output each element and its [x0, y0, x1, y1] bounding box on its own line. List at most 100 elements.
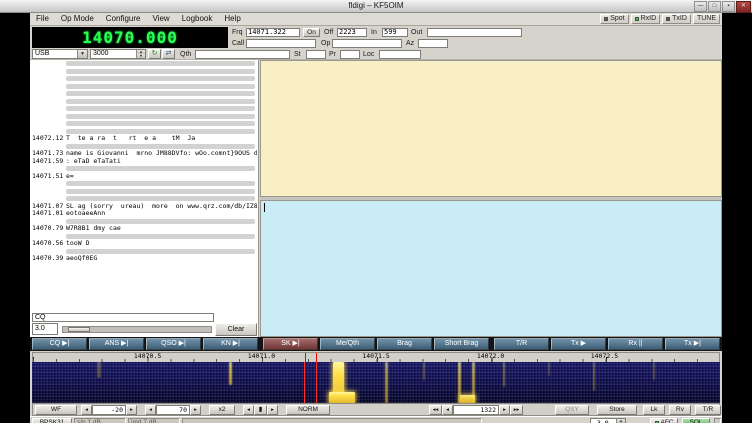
browser-row[interactable] — [30, 233, 258, 241]
swap-icon[interactable]: ⇄ — [162, 49, 175, 59]
drop-speed-button[interactable]: NORM — [286, 405, 330, 415]
upper-level-decrease-icon[interactable]: ◂ — [81, 405, 92, 415]
macro-button-3[interactable]: QSO ▶| — [146, 338, 201, 350]
browser-row[interactable] — [30, 180, 258, 188]
center-signal-button[interactable]: ▮ — [254, 405, 267, 415]
mode-status-button[interactable]: BPSK31 — [32, 418, 72, 423]
wf-mode-button[interactable]: WF — [35, 405, 77, 415]
upper-level-value[interactable]: -20 — [92, 405, 126, 415]
macro-button-6[interactable]: Me/Qth — [320, 338, 375, 350]
macro-button-9[interactable]: T/R — [494, 338, 549, 350]
browser-row[interactable] — [30, 195, 258, 203]
slider-thumb[interactable] — [68, 327, 90, 332]
rst-in-field[interactable]: 599 — [382, 28, 408, 37]
carrier-up-icon[interactable]: ▸ — [499, 405, 510, 415]
browser-row[interactable]: 14071.51e= — [30, 173, 258, 181]
chevron-down-icon[interactable]: ▼ — [77, 50, 87, 58]
afc-button[interactable]: AFC — [650, 418, 678, 423]
macro-button-2[interactable]: ANS ▶| — [89, 338, 144, 350]
window-close-button[interactable]: ✕ — [736, 1, 751, 13]
menu-view[interactable]: View — [146, 13, 175, 25]
vfo-frequency-display[interactable]: 14070.000 — [32, 27, 228, 48]
time-off-field[interactable]: 2223 — [337, 28, 367, 37]
rx-text-pane[interactable] — [260, 60, 722, 197]
squelch-spinner-arrows[interactable]: ▲▼ — [616, 419, 625, 423]
window-minimize-button[interactable]: — — [694, 1, 707, 12]
window-maximize-button[interactable]: □ — [708, 1, 721, 12]
on-button[interactable]: On — [303, 28, 320, 37]
macro-button-7[interactable]: Brag — [377, 338, 432, 350]
browser-row[interactable]: 14071.07SL ag (sorry ureau) more on www.… — [30, 203, 258, 211]
reverse-button[interactable]: Rv — [669, 405, 691, 415]
browser-row[interactable] — [30, 98, 258, 106]
bandwidth-combo[interactable]: 3000 ▲▼ — [90, 49, 146, 59]
macro-button-10[interactable]: Tx ▶ — [551, 338, 606, 350]
browser-row[interactable] — [30, 75, 258, 83]
squelch-level-spinner[interactable]: -3.0 ▲▼ — [590, 418, 626, 423]
carrier-down-icon[interactable]: ◂ — [442, 405, 453, 415]
macro-button-11[interactable]: Rx || — [608, 338, 663, 350]
az-field[interactable] — [418, 39, 448, 48]
store-button[interactable]: Store — [597, 405, 637, 415]
bandwidth-spinner[interactable]: ▲▼ — [136, 50, 145, 58]
browser-row[interactable]: 14070.56tooW D — [30, 240, 258, 248]
zoom-button[interactable]: x2 — [209, 405, 235, 415]
menu-configure[interactable]: Configure — [100, 13, 147, 25]
qth-field[interactable] — [195, 50, 290, 59]
refresh-icon[interactable]: ↻ — [148, 49, 161, 59]
carrier-fast-down-icon[interactable]: ◂◂ — [429, 405, 442, 415]
st-field[interactable] — [306, 50, 326, 59]
browser-squelch-value[interactable]: 3.0 — [32, 323, 58, 335]
pr-field[interactable] — [340, 50, 360, 59]
browser-row[interactable]: 14070.79W7R8B1 dmy cae — [30, 225, 258, 233]
menu-logbook[interactable]: Logbook — [176, 13, 219, 25]
browser-row[interactable] — [30, 83, 258, 91]
macro-button-8[interactable]: Short Brag — [434, 338, 489, 350]
sql-button[interactable]: SQL — [682, 418, 710, 423]
range-increase-icon[interactable]: ▸ — [190, 405, 201, 415]
sideband-combo[interactable]: USB ▼ — [32, 49, 88, 59]
frq-field[interactable]: 14071.322 — [246, 28, 300, 37]
range-value[interactable]: 70 — [156, 405, 190, 415]
browser-row[interactable] — [30, 90, 258, 98]
browser-row[interactable] — [30, 120, 258, 128]
seek-input[interactable]: CQ — [32, 313, 214, 322]
macro-button-5[interactable]: SK ▶| — [263, 338, 318, 350]
lock-button[interactable]: Lk — [643, 405, 665, 415]
menu-file[interactable]: File — [30, 13, 55, 25]
browser-row[interactable]: 14071.01eotoaeeAnn — [30, 210, 258, 218]
spin-down-icon[interactable]: ▼ — [136, 54, 145, 58]
macro-button-4[interactable]: KN ▶| — [203, 338, 258, 350]
qsy-button[interactable]: QSY — [555, 405, 589, 415]
browser-row[interactable] — [30, 218, 258, 226]
waterfall-display[interactable] — [32, 362, 720, 403]
menu-op-mode[interactable]: Op Mode — [55, 13, 100, 25]
menubar-button-tune[interactable]: TUNE — [693, 14, 720, 24]
browser-row[interactable] — [30, 113, 258, 121]
macro-button-1[interactable]: CQ ▶| — [32, 338, 87, 350]
browser-row[interactable] — [30, 60, 258, 68]
shift-left-icon[interactable]: ◂ — [243, 405, 254, 415]
browser-row[interactable] — [30, 248, 258, 256]
carrier-value[interactable]: 1322 — [453, 405, 499, 415]
browser-row[interactable] — [30, 128, 258, 136]
browser-row[interactable] — [30, 165, 258, 173]
tx-text-pane[interactable] — [260, 200, 722, 337]
shift-right-icon[interactable]: ▸ — [267, 405, 278, 415]
loc-field[interactable] — [379, 50, 421, 59]
call-field[interactable] — [246, 39, 316, 48]
macro-button-12[interactable]: Tx ▶| — [665, 338, 720, 350]
browser-row[interactable] — [30, 105, 258, 113]
browser-row[interactable]: 14071.59: eTaD eTaTati — [30, 158, 258, 166]
clear-button[interactable]: Clear — [215, 323, 257, 336]
range-decrease-icon[interactable]: ◂ — [145, 405, 156, 415]
browser-row[interactable] — [30, 188, 258, 196]
menu-help[interactable]: Help — [218, 13, 246, 25]
menubar-button-rxid[interactable]: RxID — [631, 14, 661, 24]
rst-out-field[interactable] — [427, 28, 522, 37]
upper-level-increase-icon[interactable]: ▸ — [126, 405, 137, 415]
menubar-button-txid[interactable]: TxID — [662, 14, 691, 24]
browser-row[interactable] — [30, 68, 258, 76]
browser-row[interactable] — [30, 143, 258, 151]
menubar-button-spot[interactable]: Spot — [600, 14, 628, 24]
